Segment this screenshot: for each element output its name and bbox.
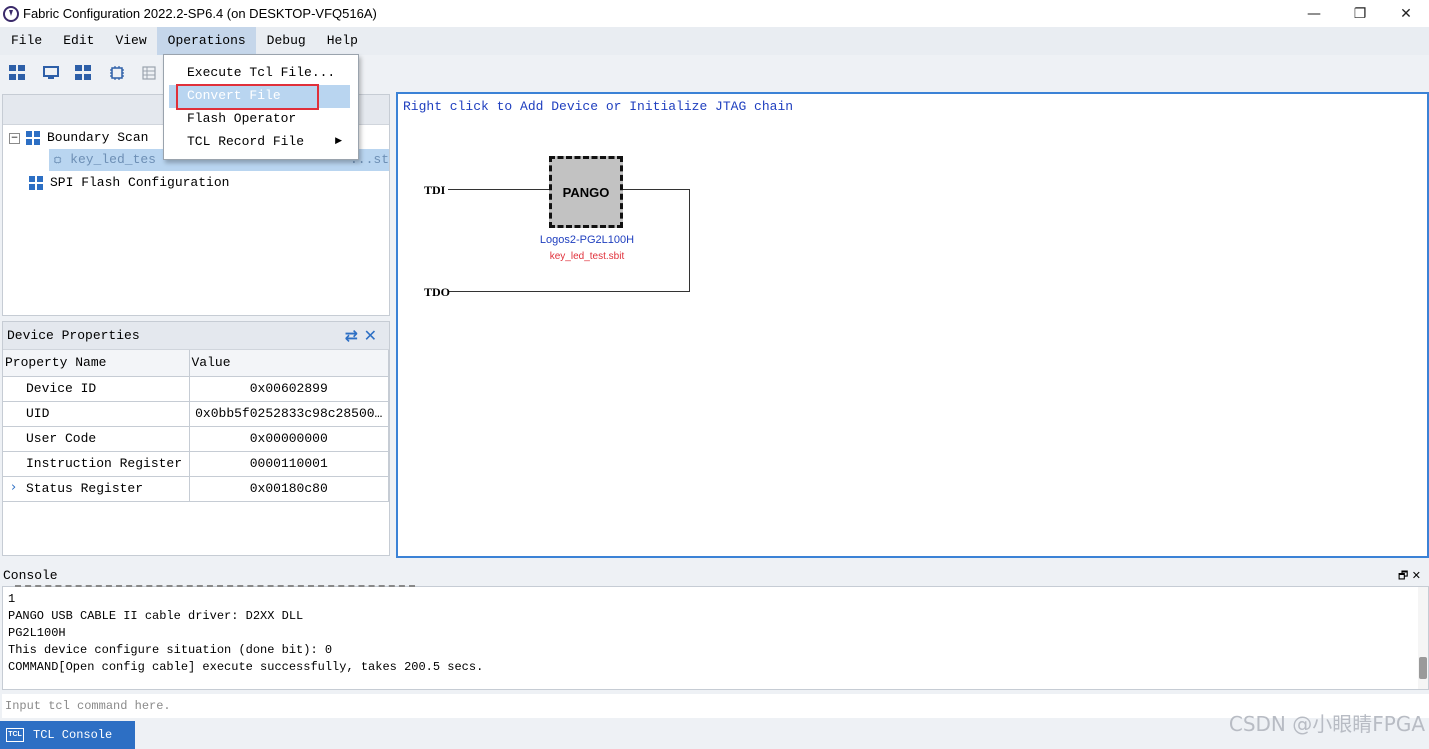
title-bar: Fabric Configuration 2022.2-SP6.4 (on DE… [0,0,1429,27]
refresh-icon[interactable]: ⇄ [345,326,358,345]
property-value: 0x00000000 [189,426,389,452]
property-value: 0x00602899 [189,376,389,402]
console-line: PG2L100H [8,626,66,640]
monitor-icon[interactable] [42,65,60,81]
menu-item-label: TCL Record File [187,134,305,149]
menu-item-flash-operator[interactable]: Flash Operator [164,107,358,130]
operations-dropdown-menu: Execute Tcl File... Convert File Flash O… [163,54,359,160]
menu-debug[interactable]: Debug [256,27,316,55]
tree-item-label: SPI Flash Configuration [50,175,230,190]
menu-item-convert-file[interactable]: Convert File [164,84,358,107]
submenu-arrow-icon: ▶ [335,136,342,146]
menu-view[interactable]: View [104,27,156,55]
device-properties-header: Device Properties ⇄ ✕ [3,322,389,350]
table-row[interactable]: Device ID 0x00602899 [3,376,389,402]
table-icon[interactable] [141,65,159,81]
scrollbar-thumb[interactable] [1419,657,1427,679]
collapse-icon[interactable]: − [9,132,20,144]
close-button[interactable]: ✕ [1383,0,1429,27]
tab-tcl-console[interactable]: TCL TCL Console [0,721,135,749]
scan-chain-icon[interactable] [9,65,27,81]
menu-file[interactable]: File [0,27,52,55]
property-name: UID [3,401,190,427]
menu-help[interactable]: Help [316,27,368,55]
device-chip[interactable]: PANGO [549,156,623,228]
tcl-command-input[interactable]: Input tcl command here. [2,694,1429,718]
tcl-console-icon: TCL [6,728,24,742]
property-value: 0x00180c80 [189,476,389,502]
console-output[interactable]: 1 PANGO USB CABLE II cable driver: D2XX … [2,585,1429,690]
console-controls: 🗗 ✕ [1398,565,1421,586]
property-name: Device ID [3,376,190,402]
tdo-label: TDO [424,285,451,299]
property-value: 0x0bb5f0252833c98c28500… [189,401,389,427]
tree-item-spi-flash[interactable]: SPI Flash Configuration [29,172,229,194]
chip-out-wire [623,189,690,190]
close-icon[interactable]: ✕ [1412,569,1421,582]
jtag-chain-canvas[interactable]: Right click to Add Device or Initialize … [396,92,1429,558]
chevron-right-icon[interactable]: › [11,480,16,495]
tdo-wire [448,291,690,292]
chip-label: PANGO [562,184,610,200]
tree-item-boundary-scan[interactable]: − Boundary Scan [9,127,148,149]
menu-operations[interactable]: Operations [156,27,256,55]
menu-item-tcl-record[interactable]: TCL Record File ▶ [164,130,358,153]
console-title: Console [3,568,58,583]
spi-flash-icon[interactable] [75,65,93,81]
table-row[interactable]: UID 0x0bb5f0252833c98c28500… [3,401,389,427]
property-value: 0000110001 [189,451,389,477]
property-name-cell: › Status Register [3,476,190,502]
device-properties-panel: Device Properties ⇄ ✕ Property Name Valu… [2,321,390,556]
table-row[interactable]: User Code 0x00000000 [3,426,389,452]
window-title: Fabric Configuration 2022.2-SP6.4 (on DE… [23,6,377,21]
device-bitstream-file: key_led_test.sbit [549,251,625,262]
toolbar [0,58,165,88]
device-name: Logos2-PG2L100H [539,234,635,246]
column-header-name[interactable]: Property Name [3,350,190,377]
properties-actions: ⇄ ✕ [345,322,377,350]
column-header-value[interactable]: Value [189,350,389,377]
tdi-label: TDI [424,183,446,197]
tree-item-label: key_led_tes [70,152,156,167]
float-icon[interactable]: 🗗 [1398,569,1408,582]
menu-bar: File Edit View Operations Debug Help [0,27,1429,55]
property-name: Instruction Register [3,451,190,477]
property-name: Status Register [26,481,144,496]
console-line: PANGO USB CABLE II cable driver: D2XX DL… [8,609,304,623]
canvas-hint: Right click to Add Device or Initialize … [403,99,794,114]
device-properties-title: Device Properties [7,328,140,343]
loopback-wire [689,189,690,292]
app-logo-icon [3,5,19,22]
tree-item-label: Boundary Scan [47,130,149,145]
chip-icon [54,156,62,164]
chip-icon[interactable] [108,65,126,81]
table-row[interactable]: › Status Register 0x00180c80 [3,476,389,502]
properties-table: Property Name Value Device ID 0x00602899… [3,350,389,502]
window-controls: — ❐ ✕ [1291,0,1429,27]
table-row[interactable]: Instruction Register 0000110001 [3,451,389,477]
console-header: Console 🗗 ✕ [0,565,1429,586]
console-scrollbar[interactable] [1418,587,1428,689]
menu-edit[interactable]: Edit [52,27,104,55]
minimize-button[interactable]: — [1291,0,1337,27]
clipped-line [15,585,415,588]
console-line: COMMAND[Open config cable] execute succe… [8,660,484,674]
property-name: User Code [3,426,190,452]
boundary-scan-icon [26,131,40,145]
console-line: 1 [8,592,16,606]
close-icon[interactable]: ✕ [364,326,377,345]
spi-flash-icon [29,176,43,190]
tdi-wire [448,189,549,190]
tab-label: TCL Console [33,728,113,742]
console-line: This device configure situation (done bi… [8,643,333,657]
maximize-button[interactable]: ❐ [1337,0,1383,27]
menu-item-execute-tcl[interactable]: Execute Tcl File... [164,61,358,84]
watermark: CSDN @小眼睛FPGA [1228,712,1425,736]
